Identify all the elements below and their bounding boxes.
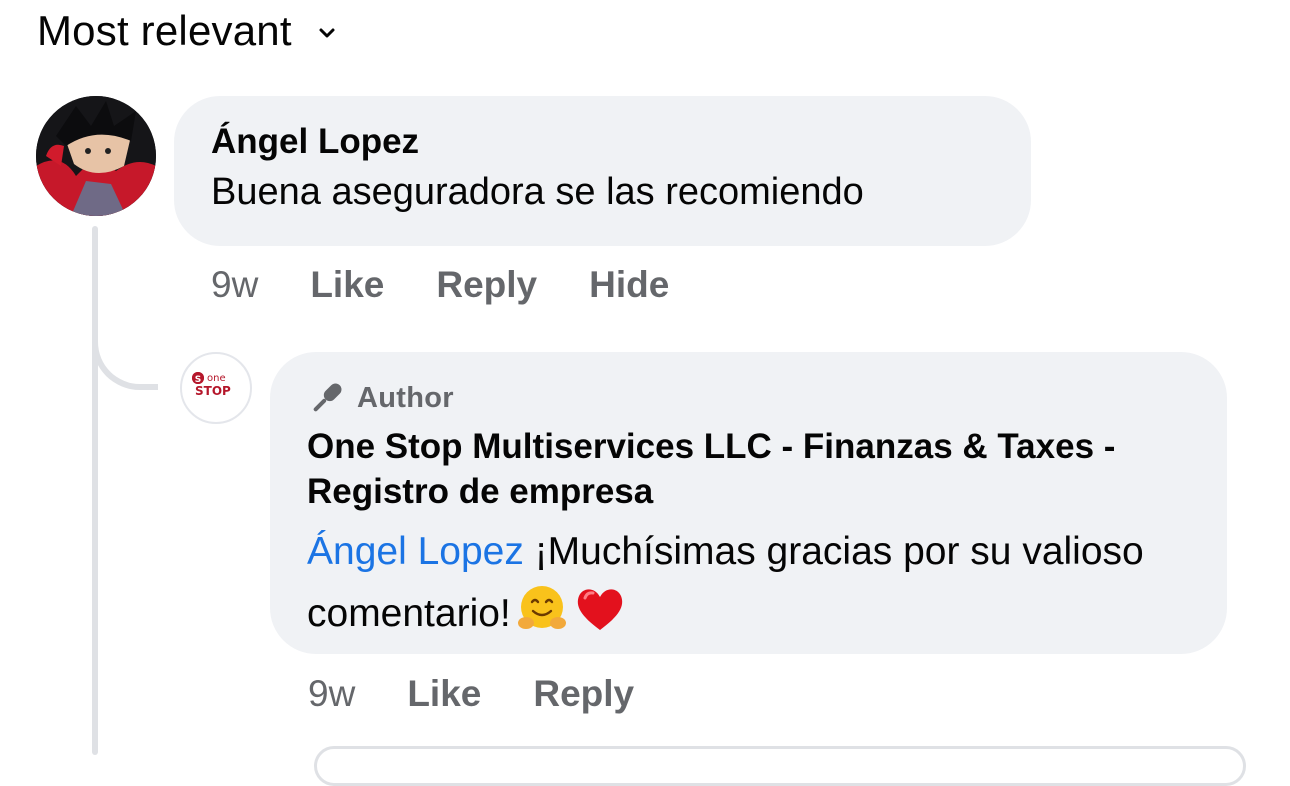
reply-button[interactable]: Reply (436, 264, 537, 306)
comment-bubble: Ángel Lopez Buena aseguradora se las rec… (174, 96, 1031, 246)
one-stop-logo: S one STOP (192, 372, 231, 398)
red-heart-icon (577, 589, 622, 630)
reply-bubble: Author One Stop Multiservices LLC - Fina… (270, 352, 1227, 654)
reply-connector (92, 330, 158, 390)
hugging-face-icon (517, 586, 566, 629)
sort-dropdown[interactable]: Most relevant (37, 6, 336, 56)
reply-actions: 9w Like Reply (308, 671, 686, 717)
profile-picture (36, 96, 156, 216)
thread-line (92, 226, 98, 755)
comment-actions: 9w Like Reply Hide (211, 262, 721, 308)
chevron-down-icon (319, 28, 335, 38)
author-badge-label: Author (357, 381, 454, 414)
hide-button[interactable]: Hide (589, 264, 669, 306)
comment-time[interactable]: 9w (211, 264, 258, 306)
reply-time[interactable]: 9w (308, 673, 355, 715)
write-reply-input[interactable] (314, 746, 1246, 786)
svg-text:one: one (207, 373, 226, 384)
sort-label: Most relevant (37, 7, 292, 54)
like-button[interactable]: Like (310, 264, 384, 306)
reply-like-button[interactable]: Like (407, 673, 481, 715)
reply-author[interactable]: One Stop Multiservices LLC - Finanzas & … (307, 424, 1190, 514)
comment-text: Buena aseguradora se las recomiendo (211, 171, 864, 213)
reply-reply-button[interactable]: Reply (533, 673, 634, 715)
microphone-icon (313, 383, 342, 412)
mention-link[interactable]: Ángel Lopez (307, 530, 524, 573)
avatar[interactable] (36, 96, 156, 216)
comment-author[interactable]: Ángel Lopez (211, 120, 994, 164)
svg-text:STOP: STOP (195, 384, 231, 398)
page-avatar[interactable]: S one STOP (180, 352, 252, 424)
author-badge: Author (307, 374, 1190, 422)
reply-text: Ángel Lopez ¡Muchísimas gracias por su v… (307, 522, 1190, 644)
